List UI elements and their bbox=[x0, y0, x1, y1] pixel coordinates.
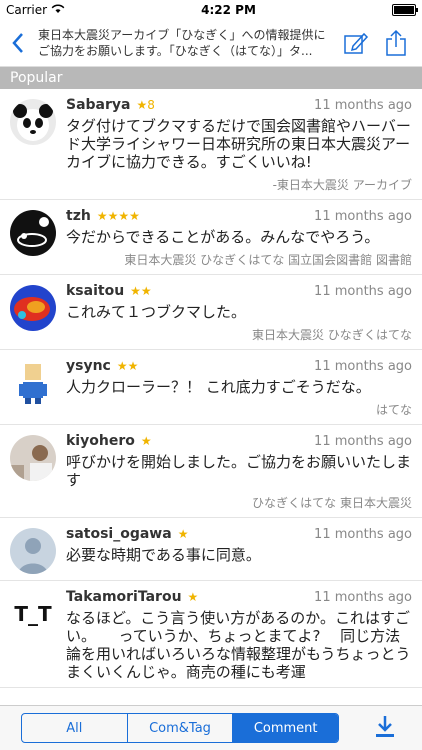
comment-text: これみて１つブクマした。 bbox=[66, 303, 247, 321]
comment-list[interactable]: Sabarya ★8 11 months ago タグ付けてブクマするだけで国会… bbox=[0, 89, 422, 706]
avatar[interactable] bbox=[10, 210, 56, 256]
status-bar: Carrier 4:22 PM bbox=[0, 0, 422, 20]
timestamp: 11 months ago bbox=[314, 284, 412, 299]
comment-tags: -東日本大震災 アーカイブ bbox=[272, 178, 412, 192]
panda-avatar-icon bbox=[10, 99, 56, 145]
comment-item[interactable]: Sabarya ★8 11 months ago タグ付けてブクマするだけで国会… bbox=[0, 89, 422, 200]
download-icon bbox=[376, 716, 394, 737]
nav-bar: 東日本大震災アーカイブ「ひなぎく」への情報提供にご協力をお願いします。「ひなぎく… bbox=[0, 20, 422, 67]
star-count: ★★★★ bbox=[96, 209, 140, 223]
carrier-label: Carrier bbox=[6, 3, 48, 17]
comment-text: 人力クローラー？！ これ底力すごそうだな。 bbox=[66, 378, 371, 396]
comment-item[interactable]: kiyohero ★ 11 months ago 呼びかけを開始しました。ご協力… bbox=[0, 425, 422, 518]
tab-all[interactable]: All bbox=[22, 714, 128, 742]
star-count: ★8 bbox=[136, 98, 155, 112]
compose-button[interactable] bbox=[336, 23, 376, 63]
comment-tags: はてな bbox=[375, 403, 412, 417]
comment-item[interactable]: satosi_ogawa ★ 11 months ago 必要な時期である事に同… bbox=[0, 518, 422, 581]
comment-item[interactable]: T_T TakamoriTarou ★ 11 months ago なるほど。こ… bbox=[0, 581, 422, 688]
dark-avatar-icon bbox=[10, 210, 56, 256]
section-header: Popular bbox=[0, 67, 422, 89]
timestamp: 11 months ago bbox=[314, 590, 412, 605]
avatar[interactable]: T_T bbox=[10, 591, 56, 637]
default-user-avatar-icon bbox=[10, 528, 56, 574]
tab-com-tag[interactable]: Com&Tag bbox=[128, 714, 234, 742]
photo-avatar-icon bbox=[10, 435, 56, 481]
star-count: ★★ bbox=[116, 359, 139, 373]
star-count: ★★ bbox=[130, 284, 152, 298]
bottom-toolbar: All Com&Tag Comment bbox=[0, 705, 422, 750]
battery-icon bbox=[392, 4, 418, 16]
username[interactable]: kiyohero bbox=[66, 433, 135, 449]
tab-comment[interactable]: Comment bbox=[233, 714, 338, 742]
username[interactable]: Sabarya bbox=[66, 97, 130, 113]
filter-segmented-control: All Com&Tag Comment bbox=[21, 713, 339, 743]
avatar[interactable] bbox=[10, 528, 56, 574]
username[interactable]: tzh bbox=[66, 208, 91, 224]
timestamp: 11 months ago bbox=[314, 359, 412, 374]
page-title: 東日本大震災アーカイブ「ひなぎく」への情報提供にご協力をお願いします。「ひなぎく… bbox=[38, 28, 326, 58]
wifi-icon bbox=[51, 3, 65, 17]
share-icon bbox=[386, 29, 406, 56]
colorful-avatar-icon bbox=[10, 285, 56, 331]
comment-tags: 東日本大震災 ひなぎくはてな bbox=[251, 328, 412, 342]
username[interactable]: satosi_ogawa bbox=[66, 526, 172, 542]
username[interactable]: TakamoriTarou bbox=[66, 589, 182, 605]
timestamp: 11 months ago bbox=[314, 98, 412, 113]
timestamp: 11 months ago bbox=[314, 209, 412, 224]
comment-text: タグ付けてブクマするだけで国会図書館やハーバード大学ライシャワー日本研究所の東日… bbox=[66, 117, 411, 171]
star-count: ★ bbox=[140, 434, 152, 448]
timestamp: 11 months ago bbox=[314, 434, 412, 449]
comment-text: 呼びかけを開始しました。ご協力をお願いいたします bbox=[66, 453, 412, 489]
comment-text: なるほど。こう言う使い方があるのか。これはすごい。 っていうか、ちょっとまてよ?… bbox=[66, 609, 411, 681]
comment-tags: 東日本大震災 ひなぎくはてな 国立国会図書館 図書館 bbox=[124, 253, 412, 267]
avatar[interactable] bbox=[10, 285, 56, 331]
share-button[interactable] bbox=[376, 23, 416, 63]
avatar[interactable] bbox=[10, 360, 56, 406]
username[interactable]: ysync bbox=[66, 358, 111, 374]
comment-item[interactable]: ksaitou ★★ 11 months ago これみて１つブクマした。 東日… bbox=[0, 275, 422, 350]
pixel-person-avatar-icon bbox=[10, 360, 56, 406]
avatar[interactable] bbox=[10, 435, 56, 481]
back-button[interactable] bbox=[6, 32, 30, 54]
compose-icon bbox=[344, 32, 369, 54]
username[interactable]: ksaitou bbox=[66, 283, 124, 299]
comment-item[interactable]: ysync ★★ 11 months ago 人力クローラー？！ これ底力すごそ… bbox=[0, 350, 422, 425]
comment-text: 今だからできることがある。みんなでやろう。 bbox=[66, 228, 380, 246]
comment-text: 必要な時期である事に同意。 bbox=[66, 546, 261, 564]
comment-tags: ひなぎくはてな 東日本大震災 bbox=[251, 496, 412, 510]
star-count: ★ bbox=[177, 527, 189, 541]
timestamp: 11 months ago bbox=[314, 527, 412, 542]
comment-item[interactable]: tzh ★★★★ 11 months ago 今だからできることがある。みんなで… bbox=[0, 200, 422, 275]
star-count: ★ bbox=[187, 590, 199, 604]
avatar[interactable] bbox=[10, 99, 56, 145]
clock: 4:22 PM bbox=[201, 3, 256, 17]
download-button[interactable] bbox=[374, 714, 396, 742]
